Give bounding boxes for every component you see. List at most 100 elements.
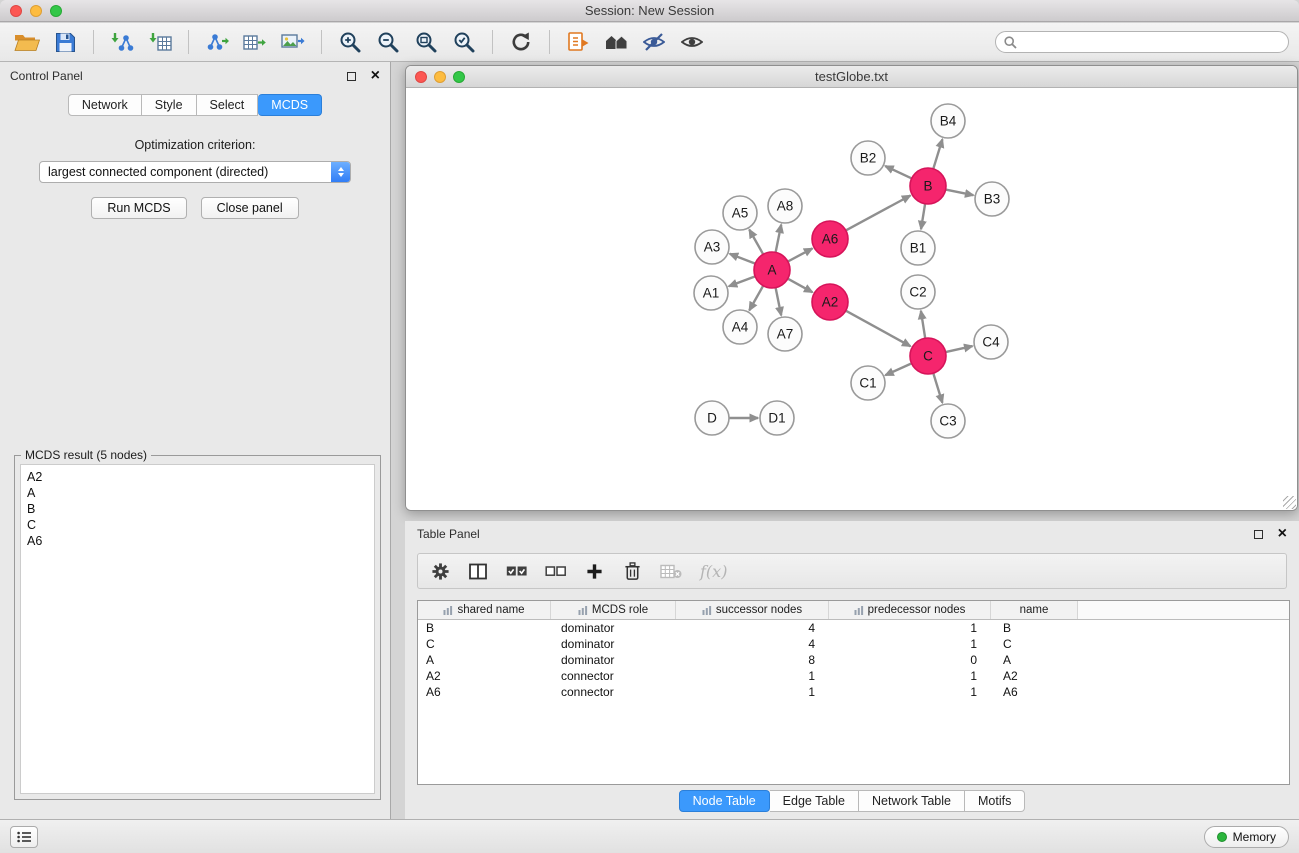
- search-input[interactable]: [1022, 35, 1280, 49]
- edge-A-A6[interactable]: [788, 248, 813, 261]
- node-A3[interactable]: A3: [695, 230, 729, 264]
- node-A6[interactable]: A6: [812, 221, 848, 257]
- save-session-button[interactable]: [48, 27, 82, 57]
- optimization-criterion-select[interactable]: largest connected component (directed): [39, 161, 351, 183]
- node-C[interactable]: C: [910, 338, 946, 374]
- export-table-button[interactable]: [238, 27, 272, 57]
- edge-A-A3[interactable]: [730, 254, 756, 264]
- node-B2[interactable]: B2: [851, 141, 885, 175]
- memory-button[interactable]: Memory: [1204, 826, 1289, 848]
- node-C3[interactable]: C3: [931, 404, 965, 438]
- column-header-name[interactable]: name: [991, 601, 1078, 619]
- node-C2[interactable]: C2: [901, 275, 935, 309]
- node-B3[interactable]: B3: [975, 182, 1009, 216]
- mcds-result-item[interactable]: C: [27, 517, 368, 533]
- edge-B-B2[interactable]: [885, 166, 912, 178]
- deselect-all-rows-button[interactable]: [545, 558, 566, 584]
- float-panel-icon[interactable]: [347, 72, 356, 81]
- table-row[interactable]: Bdominator41B: [418, 620, 1289, 636]
- node-A5[interactable]: A5: [723, 196, 757, 230]
- edge-A-A5[interactable]: [749, 230, 763, 255]
- close-panel-icon[interactable]: ×: [371, 68, 380, 84]
- delete-column-button[interactable]: [622, 558, 642, 584]
- close-window-button[interactable]: [10, 5, 22, 17]
- export-image-button[interactable]: [276, 27, 310, 57]
- table-row[interactable]: A2connector11A2: [418, 668, 1289, 684]
- select-all-rows-button[interactable]: [506, 558, 527, 584]
- import-network-button[interactable]: [105, 27, 139, 57]
- run-mcds-button[interactable]: Run MCDS: [91, 197, 186, 219]
- node-C4[interactable]: C4: [974, 325, 1008, 359]
- column-header-successor-nodes[interactable]: successor nodes: [676, 601, 829, 619]
- edge-B-B3[interactable]: [946, 190, 974, 196]
- show-columns-button[interactable]: [468, 558, 488, 584]
- import-table-button[interactable]: [143, 27, 177, 57]
- node-A7[interactable]: A7: [768, 317, 802, 351]
- zoom-in-button[interactable]: [333, 27, 367, 57]
- apply-layout-button[interactable]: [504, 27, 538, 57]
- edge-B-B1[interactable]: [921, 204, 925, 229]
- mcds-result-item[interactable]: B: [27, 501, 368, 517]
- node-B4[interactable]: B4: [931, 104, 965, 138]
- zoom-window-button[interactable]: [50, 5, 62, 17]
- search-box[interactable]: [995, 31, 1289, 53]
- delete-table-button[interactable]: [660, 558, 682, 584]
- network-file-button[interactable]: [561, 27, 595, 57]
- task-history-button[interactable]: [10, 826, 38, 848]
- node-D[interactable]: D: [695, 401, 729, 435]
- node-C1[interactable]: C1: [851, 366, 885, 400]
- node-A1[interactable]: A1: [694, 276, 728, 310]
- export-network-button[interactable]: [200, 27, 234, 57]
- tab-motifs[interactable]: Motifs: [965, 790, 1025, 812]
- minimize-window-button[interactable]: [30, 5, 42, 17]
- mcds-result-item[interactable]: A6: [27, 533, 368, 549]
- table-row[interactable]: A6connector11A6: [418, 684, 1289, 700]
- column-header-mcds-role[interactable]: MCDS role: [551, 601, 676, 619]
- edge-C-C3[interactable]: [933, 373, 942, 403]
- node-A2[interactable]: A2: [812, 284, 848, 320]
- edge-C-C1[interactable]: [885, 363, 911, 375]
- tab-network[interactable]: Network: [68, 94, 142, 116]
- column-header-predecessor-nodes[interactable]: predecessor nodes: [829, 601, 991, 619]
- edge-A6-B[interactable]: [846, 196, 911, 231]
- tab-edge-table[interactable]: Edge Table: [770, 790, 859, 812]
- mcds-result-item[interactable]: A: [27, 485, 368, 501]
- function-builder-button[interactable]: f(x): [700, 558, 727, 584]
- show-all-button[interactable]: [675, 27, 709, 57]
- zoom-out-button[interactable]: [371, 27, 405, 57]
- open-session-button[interactable]: [10, 27, 44, 57]
- edge-A-A7[interactable]: [776, 288, 782, 316]
- table-row[interactable]: Cdominator41C: [418, 636, 1289, 652]
- tab-style[interactable]: Style: [142, 94, 197, 116]
- network-graph[interactable]: B4B2BB3A8A5A6A3B1AC2A1A2A4A7C4CC1C3DD1: [406, 88, 1297, 511]
- network-canvas-area[interactable]: B4B2BB3A8A5A6A3B1AC2A1A2A4A7C4CC1C3DD1: [406, 88, 1297, 510]
- tab-node-table[interactable]: Node Table: [679, 790, 770, 812]
- node-A[interactable]: A: [754, 252, 790, 288]
- add-column-button[interactable]: [584, 558, 604, 584]
- column-header-shared-name[interactable]: shared name: [418, 601, 551, 619]
- node-B1[interactable]: B1: [901, 231, 935, 265]
- edge-C-C4[interactable]: [946, 346, 973, 352]
- close-table-panel-icon[interactable]: ×: [1278, 526, 1287, 542]
- float-table-panel-icon[interactable]: [1254, 530, 1263, 539]
- table-settings-button[interactable]: [430, 558, 450, 584]
- edge-C-C2[interactable]: [921, 311, 925, 338]
- network-zoom-button[interactable]: [453, 71, 465, 83]
- edge-A-A8[interactable]: [776, 225, 782, 253]
- resize-grip[interactable]: [1283, 496, 1296, 509]
- close-panel-button[interactable]: Close panel: [201, 197, 299, 219]
- edge-A-A4[interactable]: [749, 286, 763, 311]
- node-D1[interactable]: D1: [760, 401, 794, 435]
- hide-selected-button[interactable]: [637, 27, 671, 57]
- edge-A2-C[interactable]: [846, 311, 911, 347]
- mcds-result-item[interactable]: A2: [27, 469, 368, 485]
- edge-A-A2[interactable]: [788, 279, 813, 293]
- tab-select[interactable]: Select: [197, 94, 259, 116]
- network-close-button[interactable]: [415, 71, 427, 83]
- mcds-result-list[interactable]: A2ABCA6: [20, 464, 375, 794]
- home-button[interactable]: [599, 27, 633, 57]
- edge-A-A1[interactable]: [729, 276, 755, 286]
- zoom-selected-button[interactable]: [447, 27, 481, 57]
- node-A8[interactable]: A8: [768, 189, 802, 223]
- zoom-fit-button[interactable]: [409, 27, 443, 57]
